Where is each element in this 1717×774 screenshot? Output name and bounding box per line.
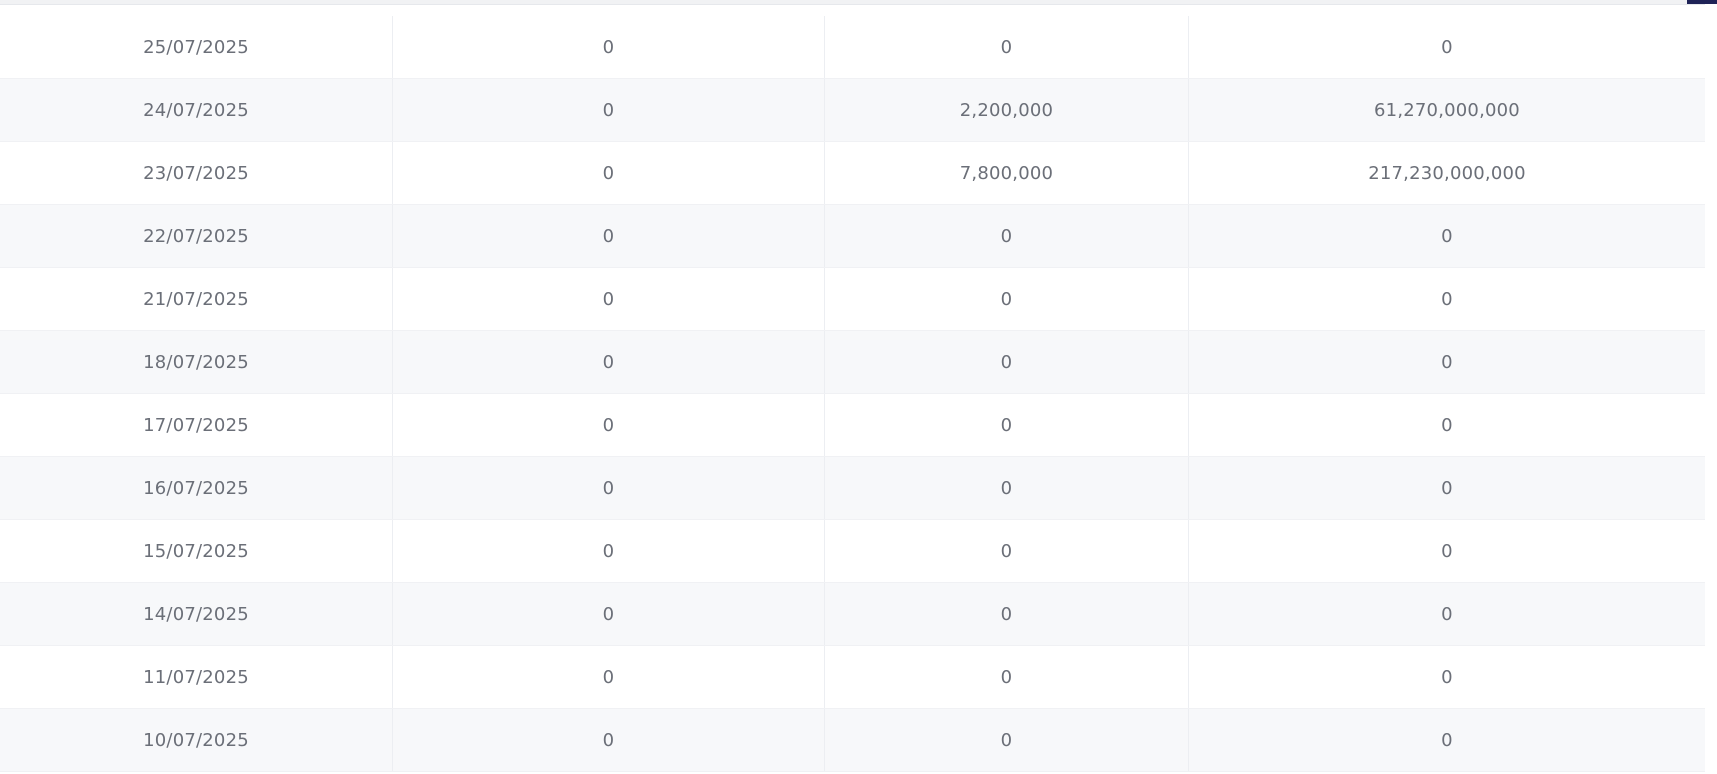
- scrollbar-thumb[interactable]: [1687, 0, 1717, 4]
- value-cell: 0: [393, 331, 825, 393]
- value-cell: 0: [393, 142, 825, 204]
- value-cell: 0: [393, 268, 825, 330]
- value-cell: 0: [1441, 36, 1453, 58]
- value-cell: 0: [1441, 666, 1453, 688]
- value-cell: 0: [1441, 477, 1453, 499]
- value-cell: 2,200,000: [825, 79, 1189, 141]
- value-cell: 0: [1441, 603, 1453, 625]
- value-cell: 0: [393, 457, 825, 519]
- table-row: 23/07/2025 0 7,800,000 217,230,000,000: [0, 142, 1705, 205]
- value-cell: 0: [825, 16, 1189, 78]
- value-cell: 0: [825, 457, 1189, 519]
- value-cell: 0: [1441, 540, 1453, 562]
- table-row: 24/07/2025 0 2,200,000 61,270,000,000: [0, 79, 1705, 142]
- date-cell: 21/07/2025: [0, 268, 393, 330]
- date-cell: 23/07/2025: [0, 142, 393, 204]
- value-cell: 0: [393, 394, 825, 456]
- table-row: 17/07/2025 0 0 0: [0, 394, 1705, 457]
- value-cell: 0: [825, 646, 1189, 708]
- date-cell: 14/07/2025: [0, 583, 393, 645]
- table-row: 16/07/2025 0 0 0: [0, 457, 1705, 520]
- value-cell: 217,230,000,000: [1368, 162, 1526, 184]
- date-cell: 15/07/2025: [0, 520, 393, 582]
- value-cell: 0: [1441, 288, 1453, 310]
- value-cell: 0: [393, 709, 825, 771]
- date-cell: 17/07/2025: [0, 394, 393, 456]
- date-cell: 11/07/2025: [0, 646, 393, 708]
- value-cell: 0: [1441, 729, 1453, 751]
- table-header-edge: [0, 0, 1705, 5]
- date-cell: 16/07/2025: [0, 457, 393, 519]
- value-cell: 0: [825, 520, 1189, 582]
- date-cell: 25/07/2025: [0, 16, 393, 78]
- value-cell: 0: [825, 583, 1189, 645]
- value-cell: 0: [1441, 351, 1453, 373]
- value-cell: 0: [393, 646, 825, 708]
- date-cell: 22/07/2025: [0, 205, 393, 267]
- value-cell: 0: [393, 79, 825, 141]
- table-row: 14/07/2025 0 0 0: [0, 583, 1705, 646]
- table-row: 15/07/2025 0 0 0: [0, 520, 1705, 583]
- table-row: 22/07/2025 0 0 0: [0, 205, 1705, 268]
- table-row: 21/07/2025 0 0 0: [0, 268, 1705, 331]
- value-cell: 0: [393, 16, 825, 78]
- value-cell: 0: [1441, 225, 1453, 247]
- value-cell: 0: [1441, 414, 1453, 436]
- value-cell: 0: [393, 583, 825, 645]
- value-cell: 0: [393, 205, 825, 267]
- date-cell: 10/07/2025: [0, 709, 393, 771]
- table-row: 18/07/2025 0 0 0: [0, 331, 1705, 394]
- value-cell: 0: [825, 268, 1189, 330]
- data-table: 25/07/2025 0 0 0 24/07/2025 0 2,200,000 …: [0, 16, 1705, 772]
- table-row: 25/07/2025 0 0 0: [0, 16, 1705, 79]
- table-row: 11/07/2025 0 0 0: [0, 646, 1705, 709]
- table-row: 10/07/2025 0 0 0: [0, 709, 1705, 772]
- value-cell: 61,270,000,000: [1374, 99, 1520, 121]
- date-cell: 24/07/2025: [0, 79, 393, 141]
- data-table-viewport: 25/07/2025 0 0 0 24/07/2025 0 2,200,000 …: [0, 0, 1717, 774]
- value-cell: 7,800,000: [825, 142, 1189, 204]
- date-cell: 18/07/2025: [0, 331, 393, 393]
- value-cell: 0: [393, 520, 825, 582]
- value-cell: 0: [825, 205, 1189, 267]
- value-cell: 0: [825, 709, 1189, 771]
- value-cell: 0: [825, 394, 1189, 456]
- value-cell: 0: [825, 331, 1189, 393]
